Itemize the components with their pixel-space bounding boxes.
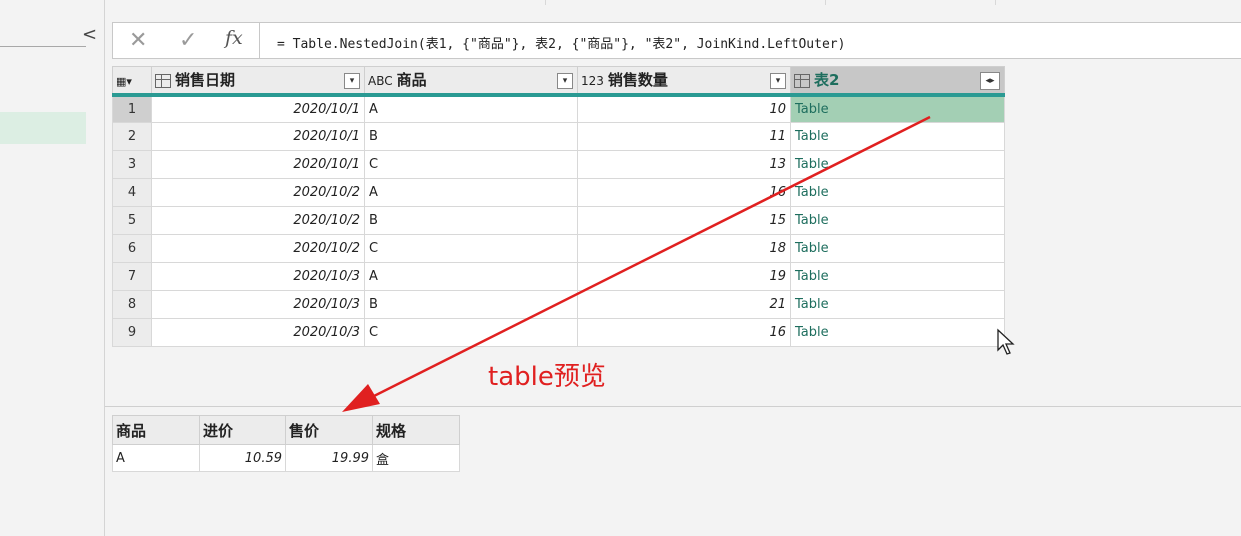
cell-product[interactable]: C [364,150,578,179]
filter-dropdown-icon[interactable]: ▾ [770,73,786,89]
expand-column-icon[interactable]: ◂▸ [980,72,1000,90]
cell-date[interactable]: 2020/10/2 [151,178,365,207]
cancel-icon[interactable]: ✕ [129,28,147,53]
cell-product[interactable]: B [364,122,578,151]
column-label: 销售日期 [175,71,236,90]
cell-product[interactable]: A [364,178,578,207]
formula-bar: ✕ ✓ fx = Table.NestedJoin(表1, {"商品"}, 表2… [112,22,1241,59]
cell-date[interactable]: 2020/10/1 [151,94,365,123]
table-menu-cell[interactable]: ▦▾ [112,66,152,97]
preview-header-row: 商品 进价 售价 规格 [112,415,460,445]
cell-table-link[interactable]: Table [790,94,1005,123]
cell-product[interactable]: B [364,206,578,235]
cell-table-link[interactable]: Table [790,290,1005,319]
cell-date[interactable]: 2020/10/2 [151,234,365,263]
column-label: 销售数量 [607,71,668,90]
table-row[interactable]: 3 2020/10/1 C 13 Table [112,150,1005,179]
row-index[interactable]: 5 [112,206,152,235]
cell-date[interactable]: 2020/10/2 [151,206,365,235]
cell-qty[interactable]: 18 [577,234,791,263]
preview-row: A 10.59 19.99 盒 [112,444,460,472]
confirm-icon[interactable]: ✓ [179,28,197,53]
cell-qty[interactable]: 15 [577,206,791,235]
cell-qty[interactable]: 11 [577,122,791,151]
preview-cell: 19.99 [285,444,373,472]
cell-qty[interactable]: 16 [577,178,791,207]
cell-date[interactable]: 2020/10/3 [151,318,365,347]
cell-date[interactable]: 2020/10/1 [151,122,365,151]
filter-dropdown-icon[interactable]: ▾ [344,73,360,89]
queries-pane: < [0,0,105,536]
cell-product[interactable]: B [364,290,578,319]
cell-table-link[interactable]: Table [790,234,1005,263]
cell-product[interactable]: C [364,234,578,263]
preview-divider [105,406,1241,407]
table-menu-icon[interactable]: ▦▾ [116,75,132,88]
preview-cell: 盒 [372,444,460,472]
annotation-label: table预览 [488,362,606,392]
top-strip [105,0,1241,12]
cell-product[interactable]: A [364,94,578,123]
cell-table-link[interactable]: Table [790,178,1005,207]
number-type-icon: 123 [581,73,604,88]
column-header-date[interactable]: 销售日期 ▾ [151,66,365,97]
collapse-pane-icon[interactable]: < [82,24,97,45]
cell-date[interactable]: 2020/10/1 [151,150,365,179]
table-row[interactable]: 7 2020/10/3 A 19 Table [112,262,1005,291]
cell-qty[interactable]: 16 [577,318,791,347]
cell-table-link[interactable]: Table [790,122,1005,151]
row-index[interactable]: 2 [112,122,152,151]
table-row[interactable]: 6 2020/10/2 C 18 Table [112,234,1005,263]
fx-icon[interactable]: fx [225,27,243,49]
column-header-qty[interactable]: 123 销售数量 ▾ [577,66,791,97]
table-row[interactable]: 5 2020/10/2 B 15 Table [112,206,1005,235]
cell-qty[interactable]: 21 [577,290,791,319]
column-header-product[interactable]: ABC 商品 ▾ [364,66,578,97]
formula-separator [259,23,260,58]
data-grid: ▦▾ 销售日期 ▾ ABC 商品 ▾ 123 销售数量 ▾ 表2 ◂▸ 1 2020/… [112,66,1005,347]
preview-header: 售价 [285,415,373,445]
cell-qty[interactable]: 10 [577,94,791,123]
column-header-table2[interactable]: 表2 ◂▸ [790,66,1005,97]
column-label: 表2 [814,71,840,90]
table-row[interactable]: 4 2020/10/2 A 16 Table [112,178,1005,207]
cell-product[interactable]: A [364,262,578,291]
preview-cell: A [112,444,200,472]
cell-date[interactable]: 2020/10/3 [151,262,365,291]
formula-input[interactable]: = Table.NestedJoin(表1, {"商品"}, 表2, {"商品"… [277,33,845,52]
row-index[interactable]: 6 [112,234,152,263]
table-row[interactable]: 8 2020/10/3 B 21 Table [112,290,1005,319]
table-row[interactable]: 1 2020/10/1 A 10 Table [112,94,1005,123]
column-label: 商品 [396,71,427,90]
preview-header: 规格 [372,415,460,445]
cell-product[interactable]: C [364,318,578,347]
row-index[interactable]: 4 [112,178,152,207]
row-index[interactable]: 3 [112,150,152,179]
filter-dropdown-icon[interactable]: ▾ [557,73,573,89]
mouse-cursor-icon [997,328,1015,355]
cell-table-link[interactable]: Table [790,318,1005,347]
header-row: ▦▾ 销售日期 ▾ ABC 商品 ▾ 123 销售数量 ▾ 表2 ◂▸ [112,66,1005,97]
cell-table-link[interactable]: Table [790,150,1005,179]
cell-qty[interactable]: 19 [577,262,791,291]
table-row[interactable]: 2 2020/10/1 B 11 Table [112,122,1005,151]
cell-qty[interactable]: 13 [577,150,791,179]
table-icon [794,73,810,88]
cell-table-link[interactable]: Table [790,262,1005,291]
preview-header: 进价 [199,415,286,445]
row-index[interactable]: 8 [112,290,152,319]
row-index[interactable]: 7 [112,262,152,291]
preview-header: 商品 [112,415,200,445]
cell-date[interactable]: 2020/10/3 [151,290,365,319]
pane-divider [0,46,86,47]
calendar-icon [155,73,171,88]
cell-table-link[interactable]: Table [790,206,1005,235]
text-type-icon: ABC [368,73,393,88]
row-index[interactable]: 1 [112,94,152,123]
row-index[interactable]: 9 [112,318,152,347]
table-row[interactable]: 9 2020/10/3 C 16 Table [112,318,1005,347]
table-preview: 商品 进价 售价 规格 A 10.59 19.99 盒 [112,415,460,472]
preview-cell: 10.59 [199,444,286,472]
selected-query-item[interactable] [0,112,86,144]
